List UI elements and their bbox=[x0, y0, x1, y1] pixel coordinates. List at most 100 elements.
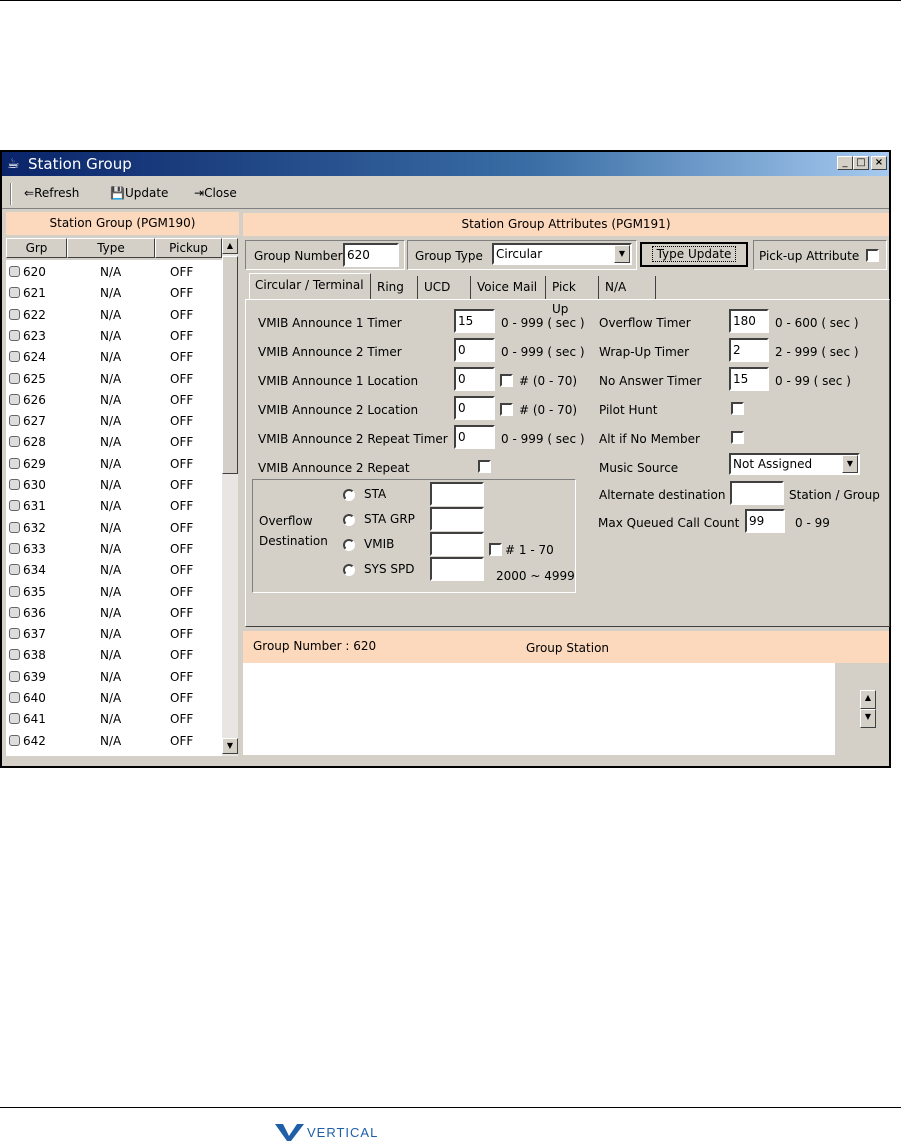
radio-sta-grp[interactable] bbox=[343, 514, 355, 526]
refresh-button[interactable]: ⇐Refresh bbox=[24, 186, 79, 200]
maximize-button[interactable]: □ bbox=[853, 156, 869, 170]
type-cell: N/A bbox=[100, 350, 122, 365]
update-button[interactable]: 💾Update bbox=[110, 186, 168, 200]
pickup-cell: OFF bbox=[170, 265, 194, 279]
tab-voice-mail[interactable]: Voice Mail bbox=[472, 276, 546, 299]
music-source-select[interactable]: Not Assigned ▼ bbox=[729, 453, 860, 475]
column-type[interactable]: Type bbox=[67, 238, 155, 258]
list-item[interactable]: 637 N/A OFF bbox=[6, 624, 222, 645]
pickup-cell: OFF bbox=[170, 371, 194, 386]
list-item[interactable]: 622 N/A OFF bbox=[6, 305, 222, 326]
station-scroll-down[interactable]: ▼ bbox=[860, 709, 876, 728]
grp-cell: 630 bbox=[23, 478, 46, 492]
ann2-repeat-checkbox[interactable] bbox=[478, 460, 491, 473]
list-item[interactable]: 623 N/A OFF bbox=[6, 326, 222, 347]
list-item[interactable]: 642 N/A OFF bbox=[6, 731, 222, 752]
minimize-button[interactable]: _ bbox=[837, 156, 853, 170]
ann2_loc-input[interactable]: 0 bbox=[454, 396, 495, 420]
type-cell: N/A bbox=[100, 456, 122, 471]
alt_no_member-checkbox[interactable] bbox=[731, 431, 744, 444]
radio-sta[interactable] bbox=[343, 489, 355, 501]
ann1_timer-label: VMIB Announce 1 Timer bbox=[258, 316, 402, 330]
column-grp[interactable]: Grp bbox=[6, 238, 67, 258]
list-item[interactable]: 629 N/A OFF bbox=[6, 454, 222, 475]
grp-cell: 639 bbox=[23, 669, 46, 684]
scroll-thumb[interactable] bbox=[222, 256, 238, 474]
list-item[interactable]: 620 N/A OFF bbox=[6, 262, 222, 283]
list-scrollbar[interactable]: ▲ ▼ bbox=[222, 238, 238, 756]
list-item[interactable]: 636 N/A OFF bbox=[6, 603, 222, 624]
group-icon bbox=[9, 329, 20, 341]
pickup-cell: OFF bbox=[170, 627, 194, 642]
max-queued-input[interactable]: 99 bbox=[745, 509, 785, 533]
group-icon bbox=[9, 606, 20, 618]
save-icon: 💾 bbox=[110, 186, 125, 200]
scroll-down-button[interactable]: ▼ bbox=[222, 738, 238, 754]
list-item[interactable]: 634 N/A OFF bbox=[6, 560, 222, 581]
list-item[interactable]: 633 N/A OFF bbox=[6, 539, 222, 560]
group-icon bbox=[9, 500, 20, 512]
ann2_loc-checkbox[interactable] bbox=[500, 403, 513, 416]
group-station-list[interactable] bbox=[243, 663, 835, 755]
station-scroll-up[interactable]: ▲ bbox=[860, 690, 876, 709]
list-item[interactable]: 635 N/A OFF bbox=[6, 582, 222, 603]
pilot_hunt-label: Pilot Hunt bbox=[599, 403, 658, 417]
list-item[interactable]: 626 N/A OFF bbox=[6, 390, 222, 411]
radio-sys-spd[interactable] bbox=[343, 564, 355, 576]
list-item[interactable]: 641 N/A OFF bbox=[6, 709, 222, 730]
alt-dest-label: Alternate destination bbox=[599, 488, 726, 502]
list-item[interactable]: 640 N/A OFF bbox=[6, 688, 222, 709]
overflow-2-input[interactable] bbox=[430, 532, 484, 556]
close-button[interactable]: ⇥Close bbox=[194, 186, 237, 200]
station-group-list[interactable]: 620 N/A OFF 621 N/A OFF 622 N/A OFF 623 N/A OFF 624 N… bbox=[6, 260, 222, 756]
list-item[interactable]: 631 N/A OFF bbox=[6, 496, 222, 517]
group-number-input[interactable]: 620 bbox=[343, 243, 399, 267]
grp-cell: 632 bbox=[23, 520, 46, 535]
list-item[interactable]: 627 N/A OFF bbox=[6, 411, 222, 432]
overflow-0-input[interactable] bbox=[430, 482, 484, 506]
ann1_loc-checkbox[interactable] bbox=[500, 374, 513, 387]
ann1_loc-input[interactable]: 0 bbox=[454, 367, 495, 391]
chevron-down-icon[interactable]: ▼ bbox=[842, 455, 858, 473]
group-type-select[interactable]: Circular ▼ bbox=[492, 243, 632, 265]
overflow-1-input[interactable] bbox=[430, 507, 484, 531]
list-item[interactable]: 624 N/A OFF bbox=[6, 347, 222, 368]
ann2_timer-input[interactable]: 0 bbox=[454, 338, 495, 362]
ann1_timer-range: 0 - 999 ( sec ) bbox=[501, 316, 585, 330]
tab-n-a[interactable]: N/A bbox=[600, 276, 656, 299]
alt-dest-input[interactable] bbox=[730, 481, 784, 505]
grp-cell: 622 bbox=[23, 307, 46, 322]
ann1_timer-input[interactable]: 15 bbox=[454, 309, 495, 333]
list-item[interactable]: 632 N/A OFF bbox=[6, 518, 222, 539]
list-item[interactable]: 625 N/A OFF bbox=[6, 369, 222, 390]
group-icon bbox=[9, 308, 20, 320]
type-update-button[interactable]: Type Update bbox=[640, 242, 748, 267]
pickup-cell: OFF bbox=[170, 392, 194, 407]
grp-cell: 631 bbox=[23, 499, 46, 514]
ann2_rep_timer-input[interactable]: 0 bbox=[454, 425, 495, 449]
overflow_timer-input[interactable]: 180 bbox=[729, 309, 769, 333]
list-item[interactable]: 621 N/A OFF bbox=[6, 283, 222, 304]
tab-ring[interactable]: Ring bbox=[372, 276, 418, 299]
tab-ucd[interactable]: UCD bbox=[419, 276, 471, 299]
column-pickup[interactable]: Pickup bbox=[155, 238, 222, 258]
overflow-3-input[interactable] bbox=[430, 557, 484, 581]
tab-circular-terminal[interactable]: Circular / Terminal bbox=[249, 273, 371, 300]
scroll-up-button[interactable]: ▲ bbox=[222, 238, 238, 254]
chevron-down-icon[interactable]: ▼ bbox=[614, 245, 630, 263]
vmib-checkbox[interactable] bbox=[489, 543, 502, 556]
app-icon: ☕ bbox=[7, 156, 20, 172]
noanswer_timer-input[interactable]: 15 bbox=[729, 367, 769, 391]
list-item[interactable]: 628 N/A OFF bbox=[6, 432, 222, 453]
pickup-cell: OFF bbox=[170, 584, 194, 599]
wrapup_timer-input[interactable]: 2 bbox=[729, 338, 769, 362]
pilot_hunt-checkbox[interactable] bbox=[731, 402, 744, 415]
list-item[interactable]: 639 N/A OFF bbox=[6, 667, 222, 688]
tab-pick-up[interactable]: Pick Up bbox=[547, 276, 599, 316]
list-item[interactable]: 630 N/A OFF bbox=[6, 475, 222, 496]
ann1_loc-label: VMIB Announce 1 Location bbox=[258, 374, 419, 388]
radio-vmib[interactable] bbox=[343, 539, 355, 551]
list-item[interactable]: 638 N/A OFF bbox=[6, 645, 222, 666]
close-window-button[interactable]: × bbox=[871, 156, 887, 170]
pickup-attribute-checkbox[interactable] bbox=[866, 249, 879, 262]
